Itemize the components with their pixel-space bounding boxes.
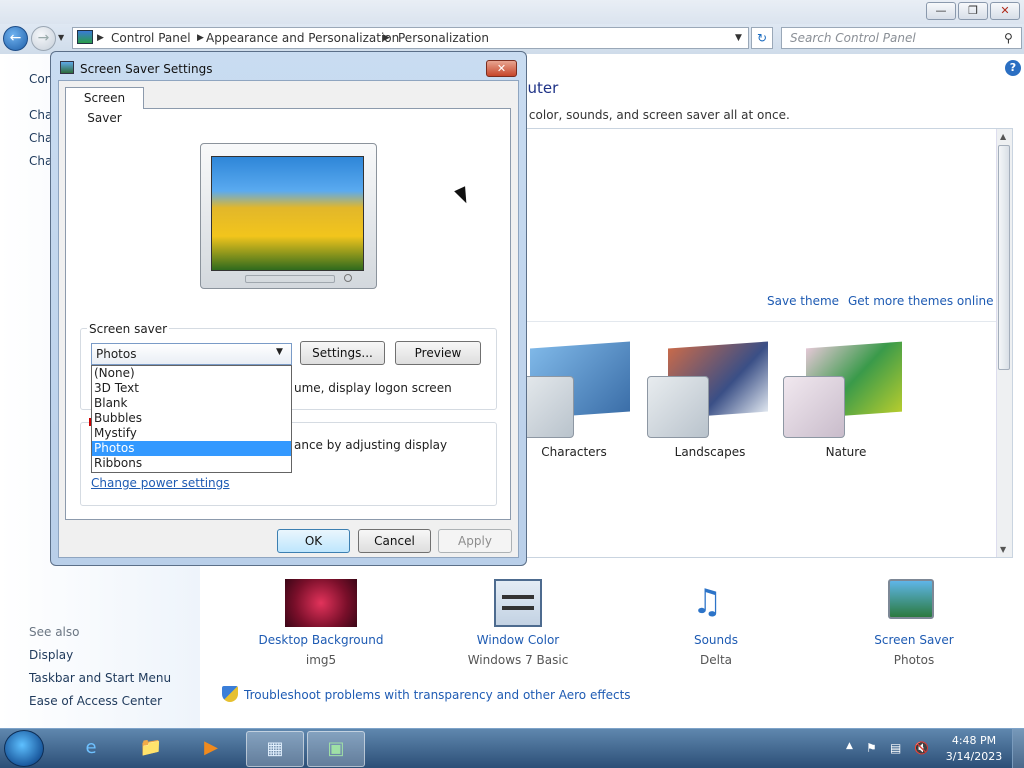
restore-button[interactable]: ❐: [958, 2, 988, 20]
preview-button[interactable]: Preview: [395, 341, 481, 365]
screen-saver-link[interactable]: Screen Saver: [839, 633, 989, 647]
dialog-app-icon: [60, 61, 74, 74]
left-link-partial[interactable]: Cha: [29, 108, 52, 122]
show-desktop-button[interactable]: [1012, 729, 1024, 768]
screen-saver-group-label: Screen saver: [87, 322, 170, 336]
preview-screen-tulips: [211, 156, 364, 271]
breadcrumb-personalization[interactable]: Personalization: [398, 28, 489, 48]
option-mystify[interactable]: Mystify: [92, 426, 291, 441]
media-player-icon[interactable]: ▶: [182, 731, 240, 767]
breadcrumb-control-panel[interactable]: Control Panel: [111, 28, 191, 48]
sounds-link[interactable]: Sounds: [641, 633, 791, 647]
clock-date[interactable]: 3/14/2023: [944, 750, 1004, 763]
change-power-settings-link[interactable]: Change power settings: [91, 476, 230, 490]
minimize-button[interactable]: —: [926, 2, 956, 20]
troubleshoot-link[interactable]: Troubleshoot problems with transparency …: [244, 688, 631, 702]
address-box[interactable]: ▶ Control Panel ▶ Appearance and Persona…: [72, 27, 749, 49]
left-link-partial[interactable]: Cha: [29, 131, 52, 145]
left-link-partial[interactable]: Cha: [29, 154, 52, 168]
theme-nature-card[interactable]: [783, 376, 845, 438]
window-titlebar: [0, 0, 1024, 24]
ok-button[interactable]: OK: [277, 529, 350, 553]
breadcrumb-separator-icon: ▶: [97, 33, 104, 43]
control-panel-taskbar-icon[interactable]: ▦: [246, 731, 304, 767]
window-color-value: Windows 7 Basic: [467, 653, 569, 667]
apply-button[interactable]: Apply: [438, 529, 512, 553]
address-dropdown-icon[interactable]: ▼: [735, 28, 742, 48]
action-center-icon[interactable]: ⚑: [866, 741, 877, 755]
explorer-folder-icon[interactable]: 📁: [122, 731, 180, 767]
breadcrumb-separator-icon: ▶: [383, 33, 390, 43]
tab-screen-saver[interactable]: Screen Saver: [65, 87, 144, 125]
scrollbar-thumb[interactable]: [998, 145, 1010, 370]
power-description-text: ance by adjusting display: [294, 438, 448, 452]
shield-icon: [222, 686, 238, 702]
search-input[interactable]: Search Control Panel ⚲: [781, 27, 1022, 49]
option-photos[interactable]: Photos: [92, 441, 291, 456]
monitor-stand: [245, 275, 335, 283]
settings-button[interactable]: Settings...: [300, 341, 385, 365]
chevron-down-icon[interactable]: ▼: [276, 347, 283, 357]
see-also-ease-of-access[interactable]: Ease of Access Center: [29, 694, 162, 708]
option-blank[interactable]: Blank: [92, 396, 291, 411]
dialog-title: Screen Saver Settings: [80, 62, 213, 76]
theme-characters-label[interactable]: Characters: [514, 445, 634, 459]
breadcrumb-appearance[interactable]: Appearance and Personalization: [206, 28, 399, 48]
see-also-display[interactable]: Display: [29, 648, 73, 662]
divider: [518, 321, 996, 322]
window-color-link[interactable]: Window Color: [443, 633, 593, 647]
network-icon[interactable]: ▤: [890, 741, 901, 755]
save-theme-link[interactable]: Save theme: [767, 294, 839, 308]
back-button[interactable]: ←: [3, 26, 28, 51]
search-placeholder: Search Control Panel: [790, 31, 916, 45]
control-panel-icon: [77, 30, 93, 44]
volume-muted-icon[interactable]: 🔇: [914, 741, 929, 755]
search-icon: ⚲: [1004, 31, 1013, 45]
screen-saver-value: Photos: [893, 653, 935, 667]
option-3d-text[interactable]: 3D Text: [92, 381, 291, 396]
screen-saver-icon[interactable]: [888, 579, 934, 619]
internet-explorer-icon[interactable]: e: [62, 731, 120, 767]
sounds-value: Delta: [699, 653, 732, 667]
left-link-partial[interactable]: Con: [29, 72, 52, 86]
theme-landscapes-card[interactable]: [647, 376, 709, 438]
resume-logon-text: ume, display logon screen: [294, 381, 452, 395]
refresh-button[interactable]: ↻: [751, 27, 773, 49]
cancel-button[interactable]: Cancel: [358, 529, 431, 553]
dialog-close-button[interactable]: ✕: [486, 60, 517, 77]
music-notes-icon[interactable]: ♫: [692, 577, 722, 627]
close-window-button[interactable]: ✕: [990, 2, 1020, 20]
scroll-down-icon[interactable]: ▼: [1000, 545, 1006, 554]
help-icon[interactable]: ?: [1005, 60, 1021, 76]
forward-button[interactable]: →: [31, 26, 56, 51]
get-more-themes-link[interactable]: Get more themes online: [848, 294, 994, 308]
option-bubbles[interactable]: Bubbles: [92, 411, 291, 426]
theme-landscapes-label[interactable]: Landscapes: [650, 445, 770, 459]
screen-saver-taskbar-icon[interactable]: ▣: [307, 731, 365, 767]
clock-time[interactable]: 4:48 PM: [944, 734, 1004, 747]
breadcrumb-separator-icon: ▶: [197, 33, 204, 43]
page-subheading: v color, sounds, and screen saver all at…: [518, 108, 790, 122]
see-also-taskbar[interactable]: Taskbar and Start Menu: [29, 671, 171, 685]
see-also-heading: See also: [29, 625, 80, 639]
theme-nature-label[interactable]: Nature: [786, 445, 906, 459]
window-color-icon[interactable]: [494, 579, 542, 627]
flower-wallpaper-icon[interactable]: [285, 579, 357, 627]
desktop-background-link[interactable]: Desktop Background: [246, 633, 396, 647]
screen-saver-select[interactable]: Photos: [91, 343, 292, 365]
option-ribbons[interactable]: Ribbons: [92, 456, 291, 471]
scroll-up-icon[interactable]: ▲: [1000, 132, 1006, 141]
option-none[interactable]: (None): [92, 366, 291, 381]
start-button[interactable]: [4, 730, 44, 767]
recent-pages-arrow-icon[interactable]: ▼: [58, 33, 64, 42]
monitor-power-icon: [344, 274, 352, 282]
show-hidden-icons-icon[interactable]: ▲: [846, 741, 853, 751]
desktop-background-value: img5: [305, 653, 337, 667]
